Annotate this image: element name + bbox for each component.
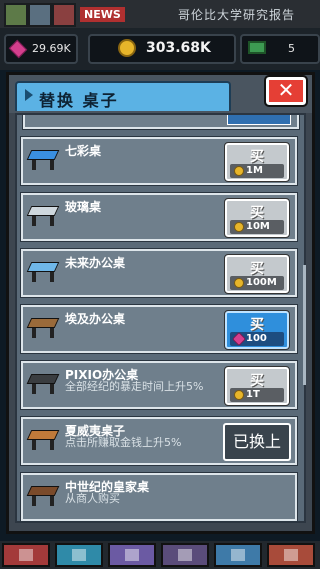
modal-header: 替换 桌子 ✕ — [9, 75, 312, 113]
buy-button[interactable]: 买 1M — [224, 142, 290, 182]
replace-desk-modal: 替换 桌子 ✕ 七彩桌买 1M 玻璃桌买 10M 未来办公桌买 100M 埃及办公桌买 100… — [6, 72, 315, 534]
nav-icon — [231, 549, 245, 561]
price-tag: 1M — [230, 164, 284, 178]
coin-icon — [118, 39, 136, 57]
desk-description: 从商人购买 — [65, 492, 120, 505]
top-bar: NEWS 哥伦比大学研究报告 — [0, 0, 320, 30]
list-item-partial — [22, 115, 300, 130]
nav-icon — [284, 549, 298, 561]
desk-description: 点击所赚取金钱上升5% — [65, 436, 182, 449]
buy-button[interactable]: 买 1T — [224, 366, 290, 406]
nav-button-6[interactable] — [267, 543, 315, 567]
nav-button-1[interactable] — [2, 543, 50, 567]
buy-button[interactable]: 买 100M — [224, 254, 290, 294]
coin-icon — [234, 390, 244, 400]
upgrade-icon[interactable] — [4, 3, 28, 27]
price-value: 1T — [246, 389, 260, 400]
gold-value: 303.68K — [146, 40, 211, 56]
desk-description: 全部经纪的暴走时间上升5% — [65, 380, 204, 393]
nav-button-furniture[interactable] — [161, 543, 209, 567]
price-value: 1M — [246, 165, 263, 176]
settings-icon[interactable] — [28, 3, 52, 27]
desk-name: 未来办公桌 — [65, 256, 126, 270]
desk-name: 七彩桌 — [65, 144, 102, 158]
chair-icon — [178, 549, 192, 561]
desk-icon — [26, 486, 60, 508]
price-tag: 1T — [230, 388, 284, 402]
price-value: 100 — [246, 333, 267, 344]
shop-icon[interactable] — [52, 3, 76, 27]
coin-icon — [234, 222, 244, 232]
modal-title: 替换 桌子 — [39, 91, 119, 110]
desk-item[interactable]: PIXIO办公桌 全部经纪的暴走时间上升5% 买 1T — [20, 360, 298, 410]
nav-button-5[interactable] — [214, 543, 262, 567]
gem-value: 29.69K — [32, 42, 71, 55]
nav-icon — [19, 549, 33, 561]
close-button[interactable]: ✕ — [264, 75, 308, 107]
nav-button-2[interactable] — [55, 543, 103, 567]
buy-label: 买 — [250, 317, 264, 333]
price-value: 10M — [246, 221, 270, 232]
partial-buy-button[interactable] — [227, 115, 291, 125]
scrollbar[interactable] — [303, 265, 306, 385]
desk-item[interactable]: 夏威夷桌子 点击所赚取金钱上升5% 已换上 — [20, 416, 298, 466]
buy-label: 买 — [250, 149, 264, 165]
price-value: 100M — [246, 277, 277, 288]
nav-icon — [125, 549, 139, 561]
buy-label: 买 — [250, 261, 264, 277]
desk-name: 埃及办公桌 — [65, 312, 126, 326]
desk-item[interactable]: 七彩桌 买 1M — [20, 136, 298, 186]
close-icon: ✕ — [277, 78, 295, 102]
desk-item[interactable]: 埃及办公桌 买 100 — [20, 304, 298, 354]
buy-label: 买 — [250, 205, 264, 221]
gold-counter: 303.68K — [88, 34, 236, 64]
nav-icon — [72, 549, 86, 561]
desk-item[interactable]: 未来办公桌 买 100M — [20, 248, 298, 298]
book-icon — [248, 41, 266, 54]
price-tag: 100 — [230, 331, 284, 347]
desk-icon — [26, 374, 60, 396]
buy-button[interactable]: 买 100 — [224, 310, 290, 350]
coin-icon — [234, 166, 244, 176]
gem-icon — [231, 331, 247, 347]
book-counter[interactable]: 5 — [240, 34, 320, 64]
desk-icon — [26, 206, 60, 228]
price-tag: 10M — [230, 220, 284, 234]
desk-icon — [26, 150, 60, 172]
book-value: 5 — [288, 42, 295, 55]
desk-name: 玻璃桌 — [65, 200, 102, 214]
desk-icon — [26, 318, 60, 340]
desk-icon — [26, 262, 60, 284]
nav-button-3[interactable] — [108, 543, 156, 567]
desk-item[interactable]: 中世纪的皇家桌 从商人购买 — [20, 472, 298, 522]
gem-icon — [8, 39, 28, 59]
desk-item[interactable]: 玻璃桌 买 10M — [20, 192, 298, 242]
buy-button[interactable]: 买 10M — [224, 198, 290, 238]
news-ticker: 哥伦比大学研究报告 — [178, 8, 296, 22]
gem-counter[interactable]: 29.69K — [4, 34, 78, 64]
game-screen: NEWS 哥伦比大学研究报告 29.69K 303.68K 5 替换 桌子 ✕ — [0, 0, 320, 569]
news-label[interactable]: NEWS — [80, 7, 125, 22]
title-tab: 替换 桌子 — [15, 81, 231, 111]
coin-icon — [234, 278, 244, 288]
resource-hud: 29.69K 303.68K 5 — [0, 28, 320, 70]
equipped-button[interactable]: 已换上 — [223, 423, 291, 461]
desk-icon — [26, 430, 60, 452]
buy-label: 买 — [250, 373, 264, 389]
bottom-nav — [0, 541, 320, 569]
price-tag: 100M — [230, 276, 284, 290]
